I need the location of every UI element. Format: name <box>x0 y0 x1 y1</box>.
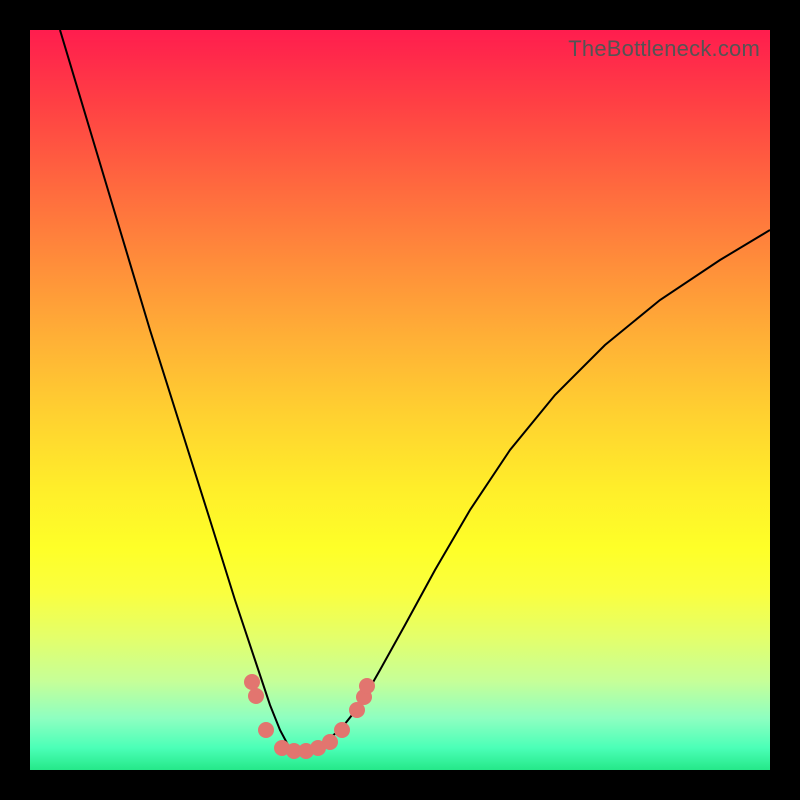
bottleneck-curve <box>60 30 770 750</box>
curve-marker <box>322 734 338 750</box>
curve-marker <box>359 678 375 694</box>
curve-marker <box>334 722 350 738</box>
plot-area: TheBottleneck.com <box>30 30 770 770</box>
curve-marker <box>258 722 274 738</box>
curve-svg <box>30 30 770 770</box>
curve-marker <box>248 688 264 704</box>
chart-frame: TheBottleneck.com <box>0 0 800 800</box>
curve-marker <box>244 674 260 690</box>
